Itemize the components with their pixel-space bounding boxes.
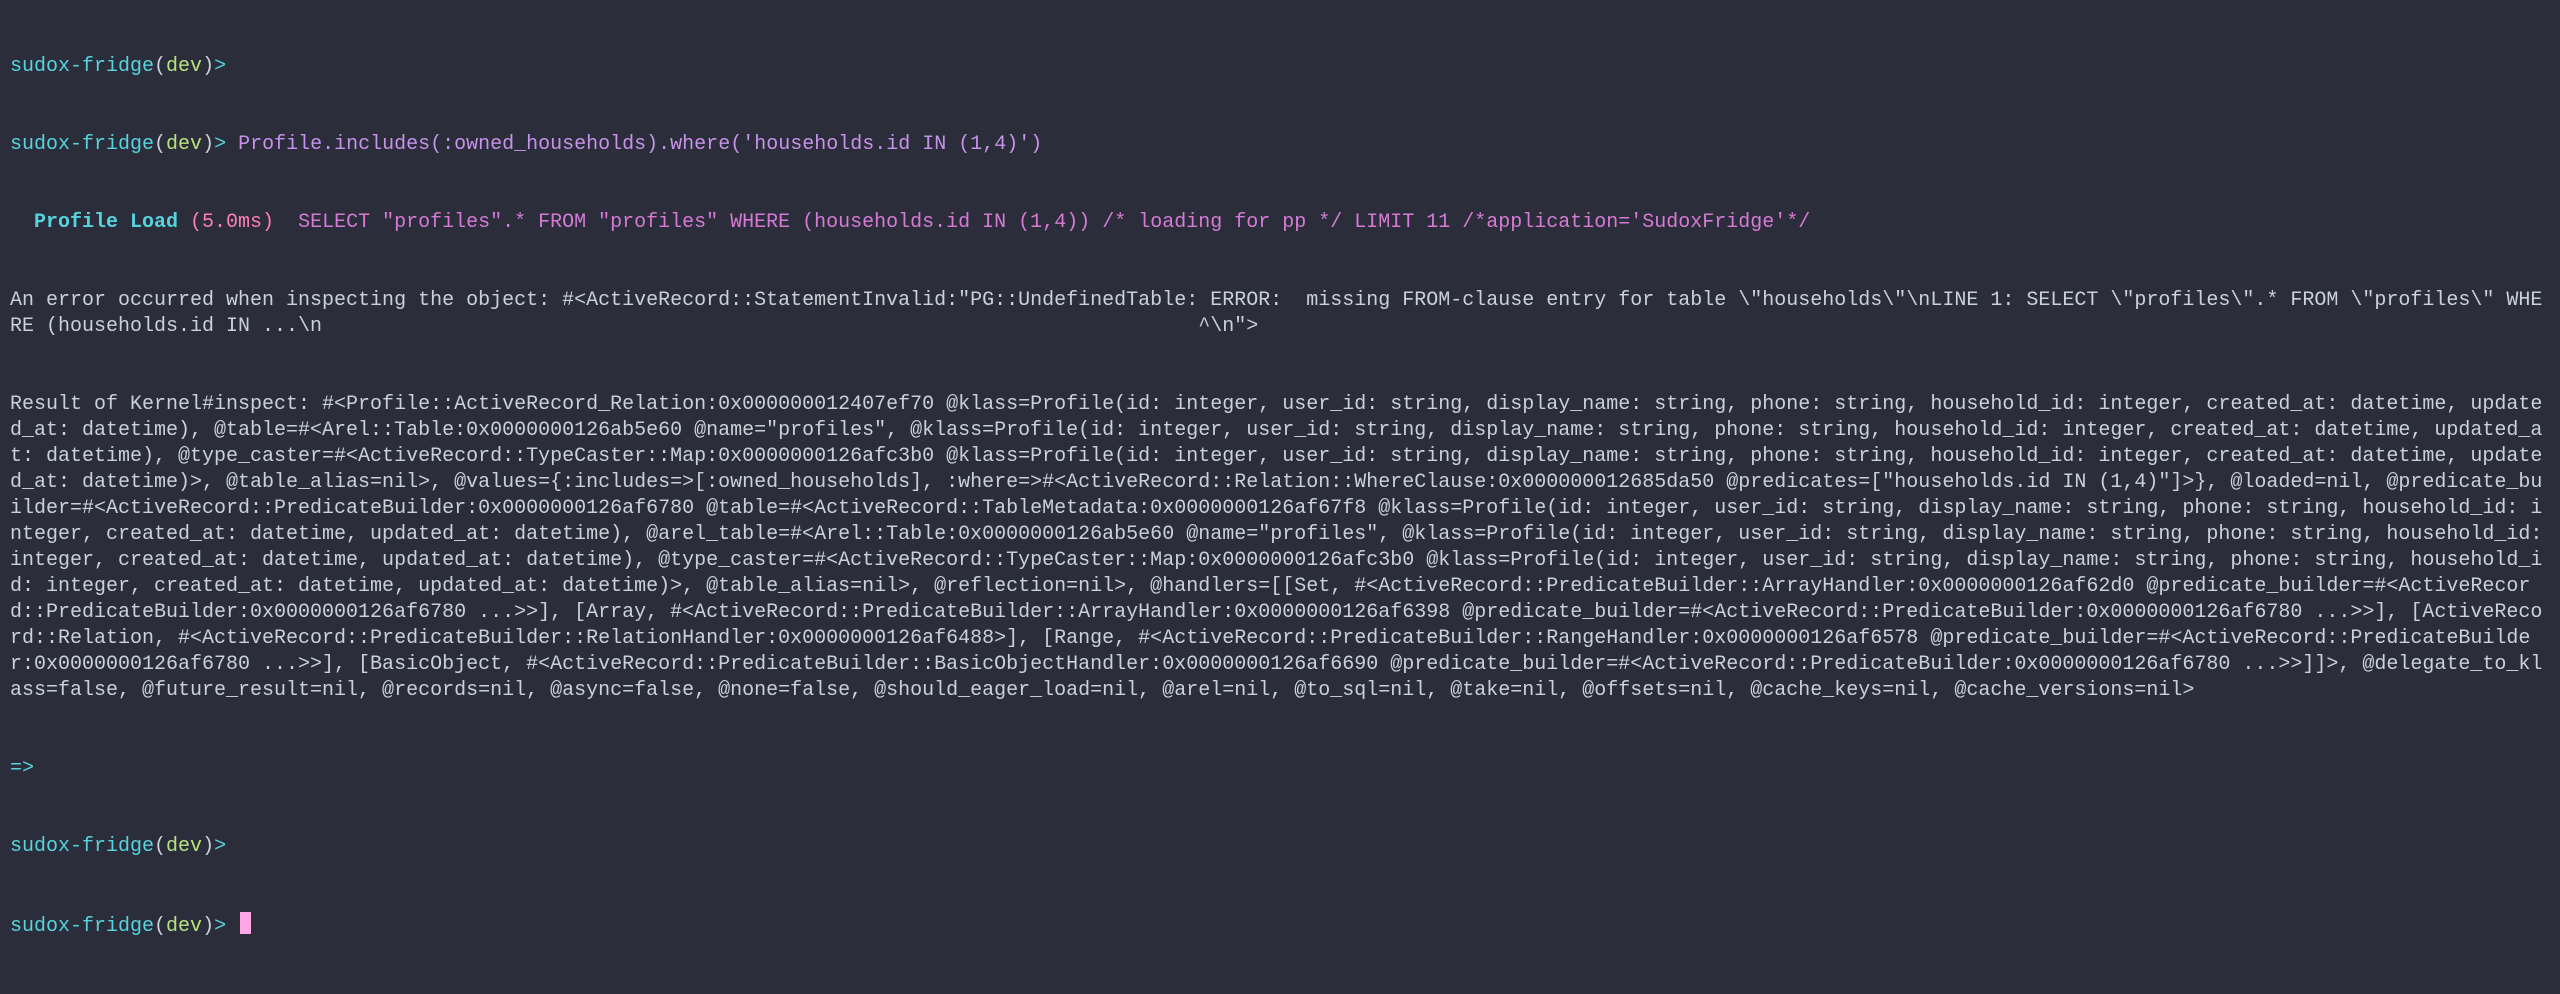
sql-query: SELECT "profiles".* FROM "profiles" WHER… <box>274 211 1810 234</box>
prompt-env: dev <box>166 835 202 858</box>
prompt-host: sudox-fridge <box>10 915 154 938</box>
sql-load-line: Profile Load (5.0ms) SELECT "profiles".*… <box>10 210 2550 236</box>
prompt-symbol: > <box>214 133 226 156</box>
result-arrow: => <box>10 756 2550 782</box>
prompt-host: sudox-fridge <box>10 55 154 78</box>
ruby-command: Profile.includes(:owned_households).wher… <box>238 133 1042 156</box>
prompt-env: dev <box>166 55 202 78</box>
prompt-host: sudox-fridge <box>10 133 154 156</box>
prompt-host: sudox-fridge <box>10 835 154 858</box>
prompt-line-4: sudox-fridge(dev)> <box>10 912 2550 940</box>
prompt-symbol: > <box>214 835 226 858</box>
error-message: An error occurred when inspecting the ob… <box>10 288 2550 340</box>
prompt-symbol: > <box>214 915 226 938</box>
load-time: (5.0ms) <box>190 211 274 234</box>
profile-load-label: Profile Load <box>10 211 190 234</box>
prompt-line-3: sudox-fridge(dev)> <box>10 834 2550 860</box>
cursor[interactable] <box>240 912 251 934</box>
prompt-symbol: > <box>214 55 226 78</box>
inspect-dump: Result of Kernel#inspect: #<Profile::Act… <box>10 392 2550 704</box>
prompt-env: dev <box>166 133 202 156</box>
terminal-output[interactable]: sudox-fridge(dev)> sudox-fridge(dev)> Pr… <box>0 0 2560 994</box>
prompt-line-2: sudox-fridge(dev)> Profile.includes(:own… <box>10 132 2550 158</box>
prompt-line-1: sudox-fridge(dev)> <box>10 54 2550 80</box>
prompt-env: dev <box>166 915 202 938</box>
